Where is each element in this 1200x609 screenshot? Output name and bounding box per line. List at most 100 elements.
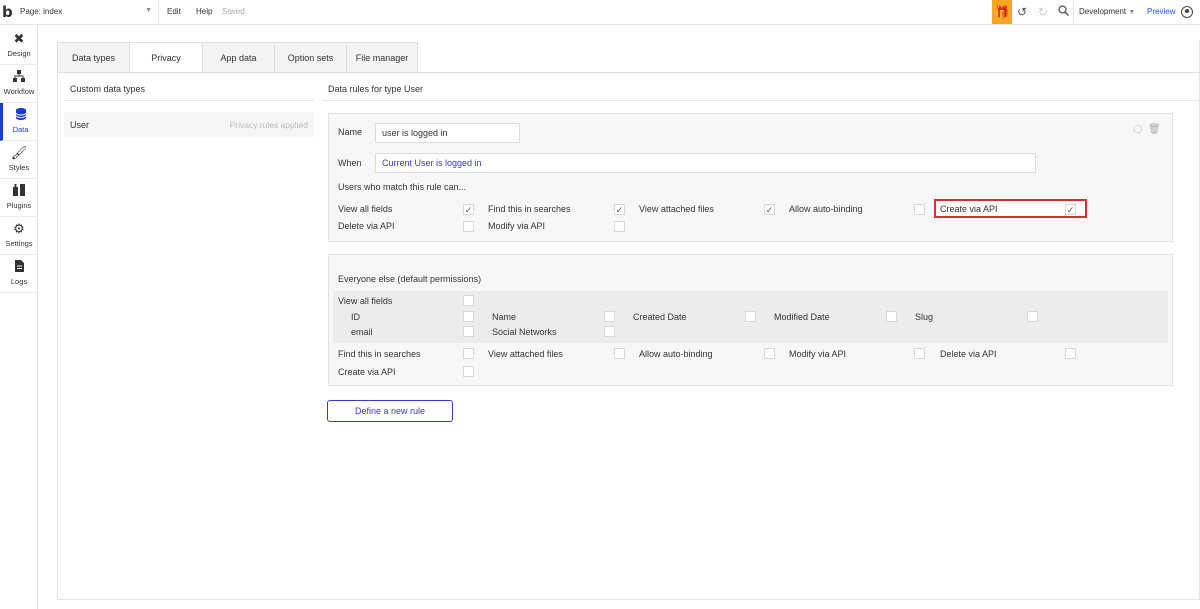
field-label: Name (492, 312, 517, 322)
sidebar-item-label: Plugins (6, 201, 32, 210)
page-selector-label: Page: index (20, 7, 63, 16)
define-new-rule-button[interactable]: Define a new rule (327, 400, 453, 422)
redo-icon[interactable]: ↻ (1036, 4, 1050, 20)
sidebar-item-label: Workflow (3, 87, 35, 96)
allow-auto-binding-checkbox[interactable] (914, 204, 925, 215)
default-view-attached-files-checkbox[interactable] (614, 348, 625, 359)
tab-app-data[interactable]: App data (202, 42, 274, 73)
divider (322, 100, 1200, 101)
database-icon (3, 107, 38, 123)
trash-icon[interactable]: 🗑 (1148, 124, 1161, 135)
data-type-row-user[interactable]: User Privacy rules applied (64, 112, 314, 137)
default-view-all-fields-checkbox[interactable] (463, 295, 474, 306)
perm-label: Find this in searches (338, 349, 421, 359)
tab-option-sets[interactable]: Option sets (274, 42, 346, 73)
sidebar-item-styles[interactable]: 🖌 Styles (0, 141, 38, 179)
modify-via-api-checkbox[interactable] (614, 221, 625, 232)
perm-label: Allow auto-binding (639, 349, 713, 359)
user-avatar-icon[interactable] (1181, 6, 1193, 18)
chevron-down-icon: ▼ (1128, 9, 1136, 16)
comment-icon[interactable]: 🗨 (1131, 125, 1144, 136)
undo-icon[interactable]: ↺ (1015, 4, 1029, 20)
page-selector[interactable]: Page: index ▼ (17, 0, 159, 25)
rule-name-input[interactable] (375, 123, 520, 143)
field-modified-date-checkbox[interactable] (886, 311, 897, 322)
default-permissions-heading: Everyone else (default permissions) (338, 274, 482, 284)
default-allow-auto-binding-checkbox[interactable] (764, 348, 775, 359)
tab-privacy[interactable]: Privacy (129, 42, 202, 73)
edit-menu[interactable]: Edit (167, 7, 181, 16)
sidebar-item-workflow[interactable]: Workflow (0, 65, 38, 103)
perm-label: Modify via API (488, 221, 546, 231)
field-name-checkbox[interactable] (604, 311, 615, 322)
data-rules-heading: Data rules for type User (328, 84, 424, 94)
field-created-date-checkbox[interactable] (745, 311, 756, 322)
search-icon[interactable] (1056, 4, 1070, 20)
divider (64, 100, 314, 101)
tab-divider (57, 72, 1200, 73)
privacy-status: Privacy rules applied (229, 120, 308, 130)
sidebar-item-logs[interactable]: Logs (0, 255, 38, 293)
create-via-api-checkbox[interactable] (1065, 204, 1076, 215)
default-delete-via-api-checkbox[interactable] (1065, 348, 1076, 359)
environment-label: Development (1079, 7, 1127, 16)
perm-label: Delete via API (940, 349, 997, 359)
sidebar-item-label: Logs (10, 277, 28, 286)
field-label: Social Networks (492, 327, 557, 337)
default-create-via-api-checkbox[interactable] (463, 366, 474, 377)
perm-label: Allow auto-binding (789, 204, 863, 214)
workflow-icon (0, 69, 38, 85)
perm-label: Modify via API (789, 349, 847, 359)
top-bar: b Page: index ▼ Edit Help Saved 🎁 ↺ ↻ De… (0, 0, 1200, 25)
field-label: Created Date (633, 312, 687, 322)
field-id-checkbox[interactable] (463, 311, 474, 322)
help-menu[interactable]: Help (196, 7, 212, 16)
chevron-down-icon: ▼ (145, 7, 152, 14)
default-find-in-searches-checkbox[interactable] (463, 348, 474, 359)
tab-data-types[interactable]: Data types (57, 42, 129, 73)
gift-icon[interactable]: 🎁 (992, 0, 1012, 24)
sidebar-item-settings[interactable]: ⚙ Settings (0, 217, 38, 255)
data-type-name: User (70, 120, 90, 130)
field-label: Modified Date (774, 312, 830, 322)
rule-name-label: Name (338, 127, 363, 137)
environment-selector[interactable]: Development ▼ (1079, 7, 1135, 16)
field-label: ID (351, 312, 360, 322)
perm-label: View attached files (488, 349, 563, 359)
perm-label: Find this in searches (488, 204, 571, 214)
perm-label: View all fields (338, 204, 393, 214)
separator (1073, 0, 1074, 25)
gear-icon: ⚙ (13, 221, 25, 236)
sidebar-item-label: Data (12, 125, 29, 134)
default-modify-via-api-checkbox[interactable] (914, 348, 925, 359)
design-tools-icon: ✖ (13, 31, 25, 46)
sidebar-item-data[interactable]: Data (0, 103, 38, 141)
bubble-logo[interactable]: b (2, 3, 16, 21)
delete-via-api-checkbox[interactable] (463, 221, 474, 232)
logs-icon (0, 259, 38, 275)
view-attached-files-checkbox[interactable] (764, 204, 775, 215)
tab-file-manager[interactable]: File manager (346, 42, 418, 73)
find-in-searches-checkbox[interactable] (614, 204, 625, 215)
preview-link[interactable]: Preview (1147, 7, 1175, 16)
match-rule-label: Users who match this rule can... (338, 182, 467, 192)
plugins-icon (0, 183, 38, 199)
sidebar-item-design[interactable]: ✖ Design (0, 27, 38, 65)
left-sidebar: ✖ Design Workflow Data 🖌 Styles Plugins … (0, 25, 38, 609)
sidebar-item-label: Design (7, 49, 31, 58)
sidebar-item-label: Settings (5, 239, 33, 248)
perm-label: View attached files (639, 204, 714, 214)
field-label: Slug (915, 312, 934, 322)
rule-when-label: When (338, 158, 362, 168)
field-email-checkbox[interactable] (463, 326, 474, 337)
view-all-fields-checkbox[interactable] (463, 204, 474, 215)
field-social-networks-checkbox[interactable] (604, 326, 615, 337)
brush-icon: 🖌 (10, 145, 28, 160)
perm-label: Create via API (940, 204, 998, 214)
field-slug-checkbox[interactable] (1027, 311, 1038, 322)
perm-label: Create via API (338, 367, 396, 377)
rule-condition-input[interactable]: Current User is logged in (375, 153, 1036, 173)
perm-label: View all fields (338, 296, 393, 306)
field-label: email (351, 327, 373, 337)
sidebar-item-plugins[interactable]: Plugins (0, 179, 38, 217)
